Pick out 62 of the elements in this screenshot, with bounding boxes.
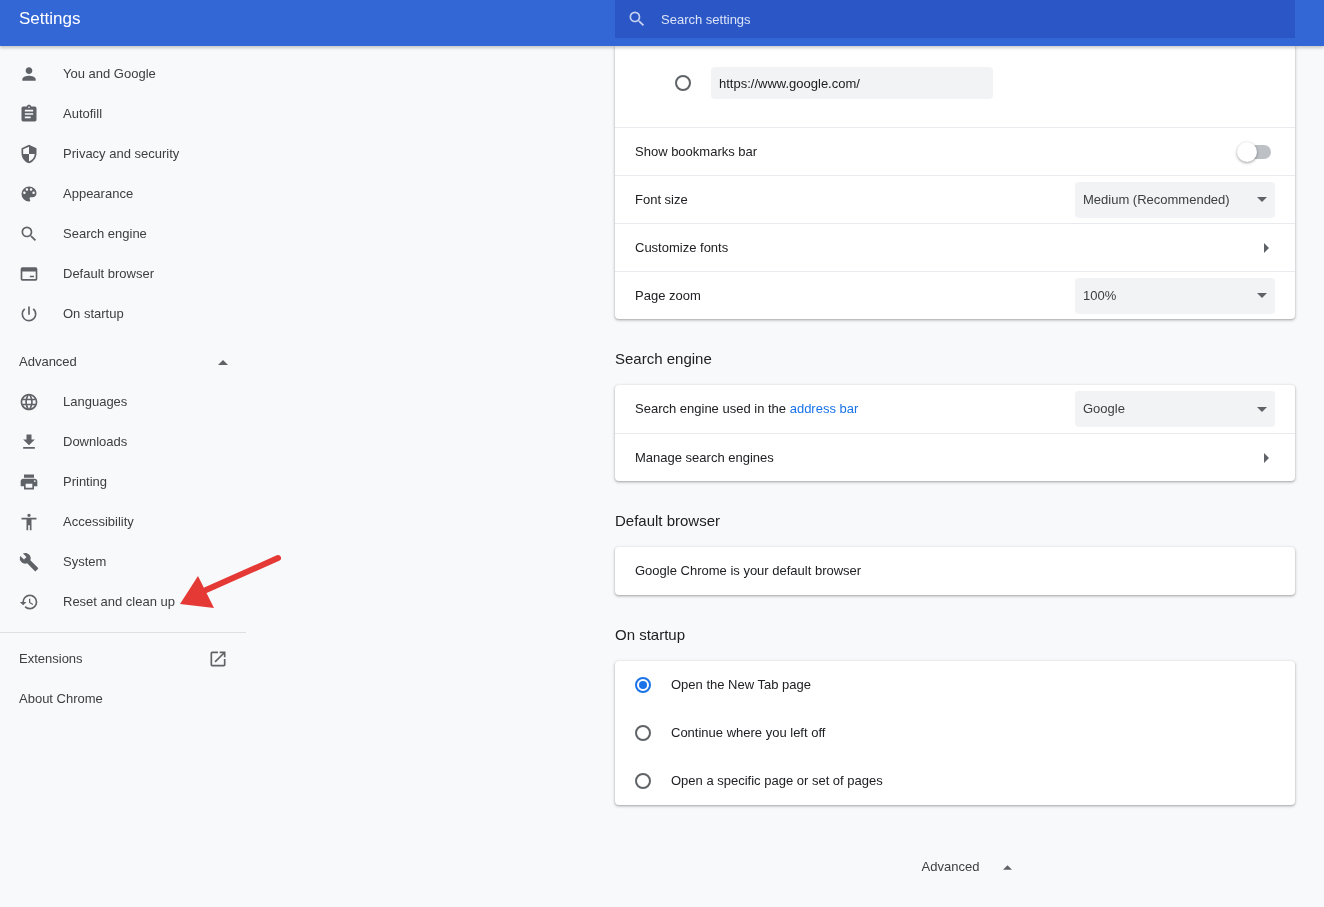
setting-label: Page zoom [635, 286, 701, 305]
sidebar-link[interactable]: Extensions [0, 639, 246, 679]
url-field[interactable]: https://www.google.com/ [711, 67, 993, 99]
section-title: Default browser [615, 511, 722, 531]
sidebar-item[interactable]: Languages [0, 382, 246, 422]
section-title: On startup [615, 625, 687, 645]
setting-label: Open a specific page or set of pages [671, 772, 883, 791]
page-title: Settings [18, 8, 82, 30]
caret-icon [1003, 864, 1013, 870]
sidebar-item[interactable]: System [0, 542, 246, 582]
globe-icon [19, 392, 39, 412]
printer-icon [19, 472, 39, 492]
dropdown[interactable]: Google [1075, 391, 1275, 427]
caret-icon [1257, 406, 1267, 412]
search-icon [19, 224, 39, 244]
sidebar-item[interactable]: Autofill [0, 94, 246, 134]
sidebar-item[interactable]: Downloads [0, 422, 246, 462]
external-link-icon [208, 649, 228, 669]
toggle-switch[interactable] [1239, 144, 1271, 159]
search-icon [627, 9, 647, 29]
advanced-button[interactable]: Advanced [921, 855, 1013, 879]
power-icon [19, 304, 39, 324]
caret-icon [218, 359, 228, 365]
setting-label: Open the New Tab page [671, 676, 811, 695]
caret-icon [1257, 197, 1267, 202]
sidebar-item[interactable]: Search engine [0, 214, 246, 254]
advanced-toggle[interactable]: Advanced [0, 342, 246, 382]
address-bar-link[interactable]: address bar [789, 401, 859, 417]
chevron-icon [1264, 452, 1269, 463]
setting-label: Show bookmarks bar [635, 142, 758, 161]
sidebar-item[interactable]: Appearance [0, 174, 246, 214]
dropdown[interactable]: Medium (Recommended) [1075, 181, 1275, 218]
sidebar-item[interactable]: You and Google [0, 54, 246, 94]
sidebar-item[interactable]: Privacy and security [0, 134, 246, 174]
sidebar-item[interactable]: Printing [0, 462, 246, 502]
search-field[interactable]: Search settings [615, 0, 1295, 38]
caret-icon [1257, 293, 1267, 298]
shield-icon [19, 144, 39, 164]
radio-button[interactable] [635, 773, 651, 789]
browser-window-icon [19, 264, 39, 284]
sidebar-item[interactable]: Accessibility [0, 502, 246, 542]
radio-button[interactable] [635, 677, 651, 693]
sidebar-link[interactable]: About Chrome [0, 679, 246, 719]
clipboard-icon [19, 104, 39, 124]
sidebar-item[interactable]: Default browser [0, 254, 246, 294]
dropdown[interactable]: 100% [1075, 277, 1275, 314]
radio-button[interactable] [675, 75, 691, 91]
settings-row[interactable]: Manage search engines [615, 433, 1295, 481]
history-icon [19, 592, 39, 612]
section-title: Search engine [615, 349, 713, 369]
radio-button[interactable] [635, 725, 651, 741]
setting-label: Font size [635, 190, 688, 209]
sidebar-item[interactable]: Reset and clean up [0, 582, 246, 622]
setting-label: Search engine used in the address bar [635, 400, 859, 419]
settings-row[interactable]: Customize fonts [615, 223, 1295, 271]
chevron-icon [1264, 242, 1269, 253]
palette-icon [19, 184, 39, 204]
sidebar-item[interactable]: On startup [0, 294, 246, 334]
accessibility-icon [19, 512, 39, 532]
setting-label: Google Chrome is your default browser [635, 562, 862, 581]
wrench-icon [19, 552, 39, 572]
setting-label: Continue where you left off [671, 724, 826, 743]
